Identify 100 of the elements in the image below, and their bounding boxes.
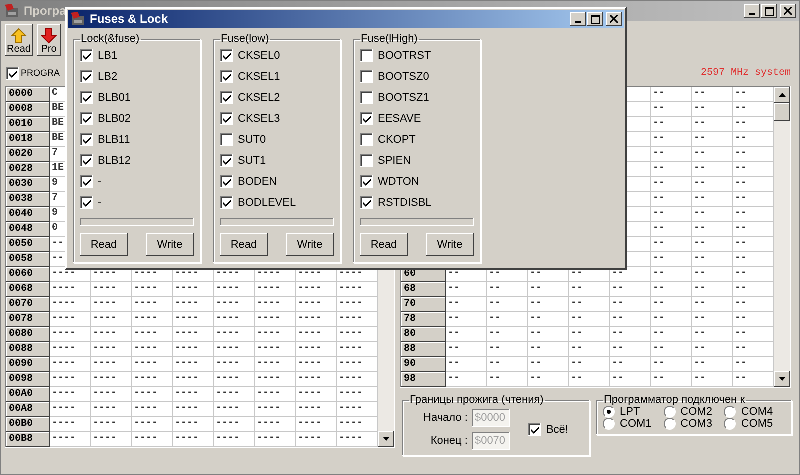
table-cell: -- (651, 327, 692, 342)
table-cell: ---- (214, 417, 255, 432)
table-cell: -- (692, 312, 733, 327)
table-cell: -- (651, 237, 692, 252)
table-cell: -- (446, 342, 487, 357)
table-cell: ---- (91, 357, 132, 372)
address-cell: 80 (401, 327, 446, 342)
table-cell: -- (446, 282, 487, 297)
table-cell: ---- (214, 327, 255, 342)
table-cell: ---- (50, 432, 91, 447)
table-cell: -- (610, 327, 651, 342)
table-cell: ---- (296, 387, 337, 402)
table-cell: ---- (173, 312, 214, 327)
table-cell: -- (651, 342, 692, 357)
table-cell: -- (610, 312, 651, 327)
table-cell: ---- (132, 402, 173, 417)
table-cell: -- (487, 282, 528, 297)
table-cell: ---- (173, 387, 214, 402)
table-cell: ---- (173, 327, 214, 342)
table-cell: -- (446, 357, 487, 372)
table-cell: -- (569, 372, 610, 387)
address-cell: 78 (401, 312, 446, 327)
checkbox-label: CKSEL3 (238, 112, 280, 124)
table-cell: -- (651, 132, 692, 147)
address-cell: 00B0 (6, 417, 50, 432)
table-cell: ---- (50, 342, 91, 357)
window-title: Програ (24, 4, 66, 18)
table-cell: -- (692, 117, 733, 132)
table-cell: ---- (296, 342, 337, 357)
table-cell: -- (528, 282, 569, 297)
table-cell: -- (610, 297, 651, 312)
address-cell: 0088 (6, 342, 50, 357)
table-cell: -- (651, 102, 692, 117)
table-cell: ---- (296, 327, 337, 342)
table-cell: ---- (296, 282, 337, 297)
radio-label: COM3 (680, 418, 712, 430)
table-cell: -- (692, 327, 733, 342)
address-cell: 0068 (6, 282, 50, 297)
table-cell: -- (446, 327, 487, 342)
checkbox-label: BOOTSZ1 (378, 92, 430, 104)
table-cell: -- (569, 357, 610, 372)
group-title: Lock(&fuse) (80, 33, 141, 45)
table-cell: ---- (132, 432, 173, 447)
table-cell: ---- (214, 432, 255, 447)
table-cell: -- (487, 297, 528, 312)
table-cell: ---- (50, 282, 91, 297)
checkbox-label: LB2 (98, 70, 118, 82)
table-cell: -- (651, 297, 692, 312)
table-cell: ---- (214, 387, 255, 402)
table-cell: -- (569, 297, 610, 312)
table-cell: -- (487, 327, 528, 342)
radio-label: COM1 (620, 418, 652, 430)
table-cell: ---- (132, 282, 173, 297)
table-cell: -- (651, 312, 692, 327)
table-cell: ---- (50, 387, 91, 402)
table-cell: -- (651, 162, 692, 177)
table-cell: -- (487, 312, 528, 327)
table-cell: ---- (296, 402, 337, 417)
table-cell: -- (651, 192, 692, 207)
radio-label: COM4 (741, 406, 774, 418)
address-cell: 0018 (6, 132, 50, 147)
table-cell: ---- (255, 312, 296, 327)
table-cell: ---- (255, 357, 296, 372)
table-cell: ---- (132, 372, 173, 387)
table-cell: ---- (50, 297, 91, 312)
address-cell: 00A0 (6, 387, 50, 402)
table-cell: ---- (91, 432, 132, 447)
table-cell: ---- (50, 372, 91, 387)
checkbox-label: - (98, 196, 102, 208)
table-cell: ---- (91, 402, 132, 417)
table-cell: -- (692, 297, 733, 312)
checkbox-label: BOOTSZ0 (378, 70, 430, 82)
table-cell: ---- (214, 312, 255, 327)
checkbox-label: EESAVE (378, 112, 422, 124)
table-cell: ---- (214, 357, 255, 372)
table-cell: ---- (214, 402, 255, 417)
table-cell: ---- (255, 417, 296, 432)
table-cell: ---- (173, 297, 214, 312)
table-cell: -- (692, 252, 733, 267)
checkbox-label: BLB12 (98, 154, 132, 166)
checkbox-label: SUT0 (238, 134, 266, 146)
table-cell: ---- (214, 297, 255, 312)
address-cell: 0060 (6, 267, 50, 282)
table-cell: ---- (50, 417, 91, 432)
table-cell: -- (446, 312, 487, 327)
address-cell: 98 (401, 372, 446, 387)
group-title: Программатор подключен к (603, 394, 746, 406)
table-cell: -- (610, 282, 651, 297)
address-cell: 0048 (6, 222, 50, 237)
table-cell: ---- (91, 297, 132, 312)
checkbox-label: BLB01 (98, 92, 132, 104)
table-cell: -- (651, 177, 692, 192)
table-cell: -- (651, 87, 692, 102)
checkbox-label: CKOPT (378, 134, 416, 146)
table-cell: ---- (255, 327, 296, 342)
table-cell: ---- (173, 372, 214, 387)
dialog-title: Fuses & Lock (90, 12, 168, 26)
table-cell: -- (692, 282, 733, 297)
table-cell: ---- (173, 402, 214, 417)
table-cell: -- (610, 357, 651, 372)
